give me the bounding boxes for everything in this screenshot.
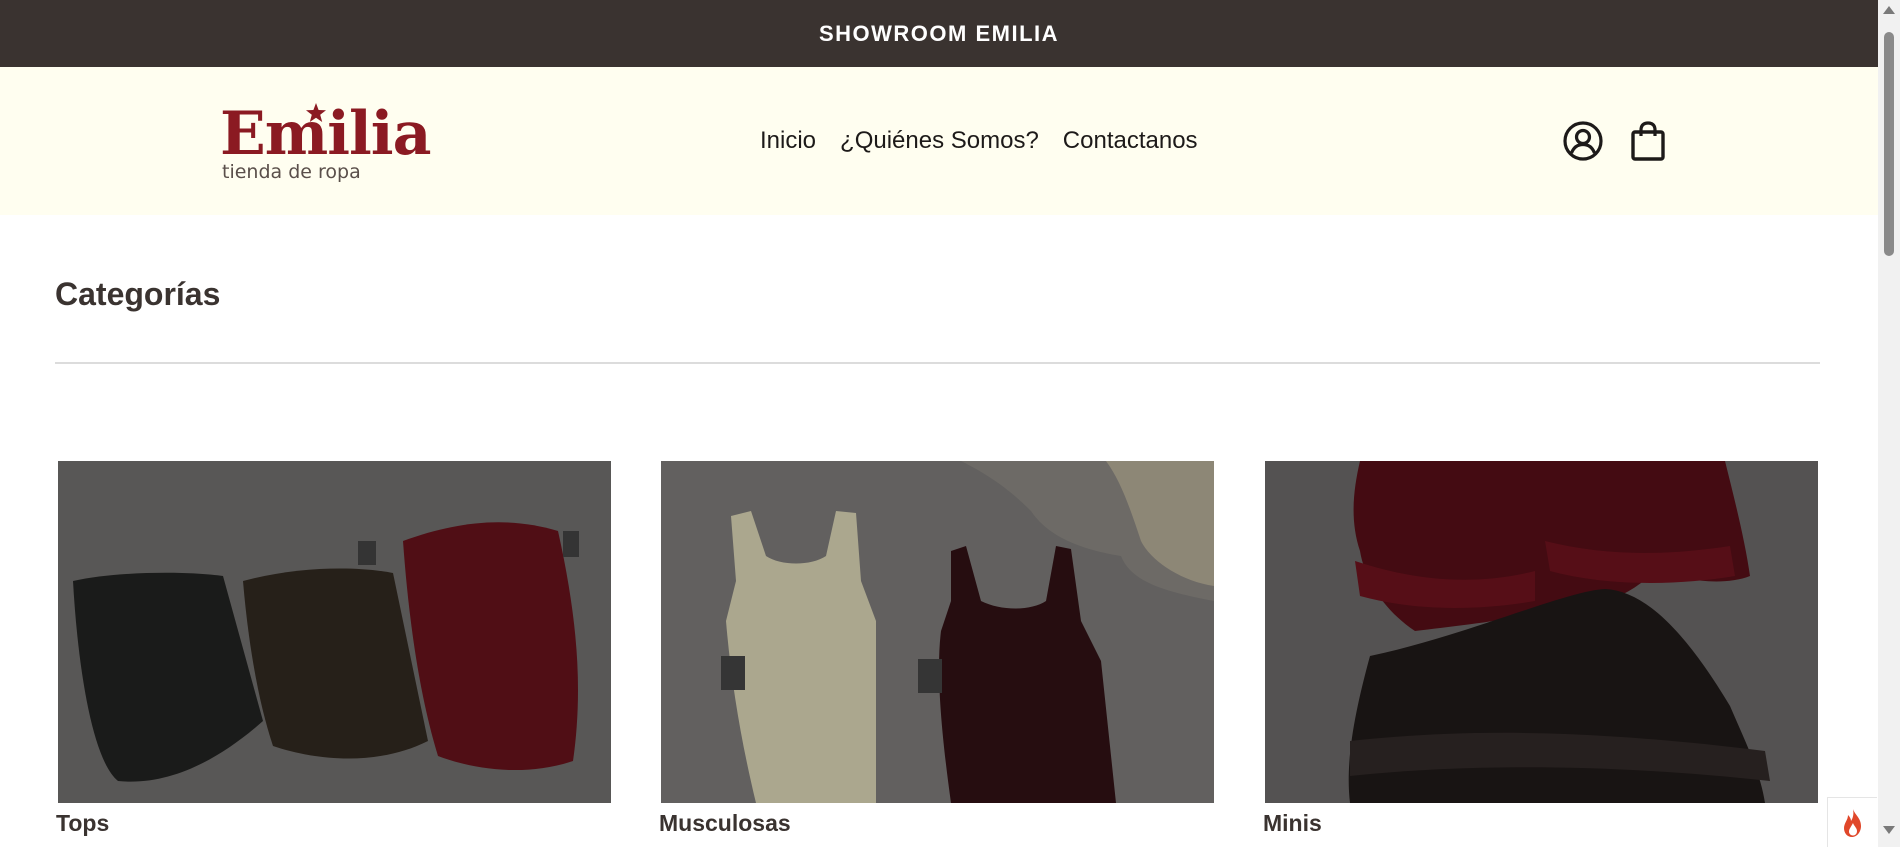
announcement-text: SHOWROOM EMILIA [818,20,1060,46]
category-label-tops: Tops [56,810,110,836]
category-card-musculosas[interactable]: Musculosas [659,461,1214,836]
category-label-musculosas: Musculosas [659,810,791,836]
category-image-musculosas [661,461,1214,803]
page-scrollbar[interactable] [1878,0,1900,847]
nav-link-quienes-somos[interactable]: ¿Quiénes Somos? [840,127,1039,155]
scroll-up-arrow-icon[interactable] [1883,6,1895,14]
brand-logo[interactable]: Emilia tienda de ropa [220,101,431,187]
nav-link-inicio[interactable]: Inicio [760,127,816,155]
account-circle-icon[interactable] [1562,120,1604,162]
logo-tagline: tienda de ropa [222,161,361,183]
announcement-bar: SHOWROOM EMILIA [0,0,1878,67]
shopping-bag-icon[interactable] [1627,120,1669,162]
page-title: Categorías [55,276,221,312]
flame-icon [1843,808,1861,837]
nav-link-contactanos[interactable]: Contactanos [1063,127,1198,155]
main-nav: Inicio ¿Quiénes Somos? Contactanos [760,125,1198,157]
scroll-down-arrow-icon[interactable] [1883,826,1895,834]
site-header: Emilia tienda de ropa Inicio ¿Quiénes So… [0,67,1878,215]
category-image-tops [58,461,611,803]
floating-widget-button[interactable] [1827,797,1877,847]
logo-star-icon [306,103,326,122]
category-label-minis: Minis [1263,810,1322,836]
divider [55,362,1820,364]
category-card-minis[interactable]: Minis [1263,461,1818,836]
category-image-minis [1265,461,1818,803]
scrollbar-thumb[interactable] [1884,32,1894,256]
category-card-tops[interactable]: Tops [56,461,611,836]
